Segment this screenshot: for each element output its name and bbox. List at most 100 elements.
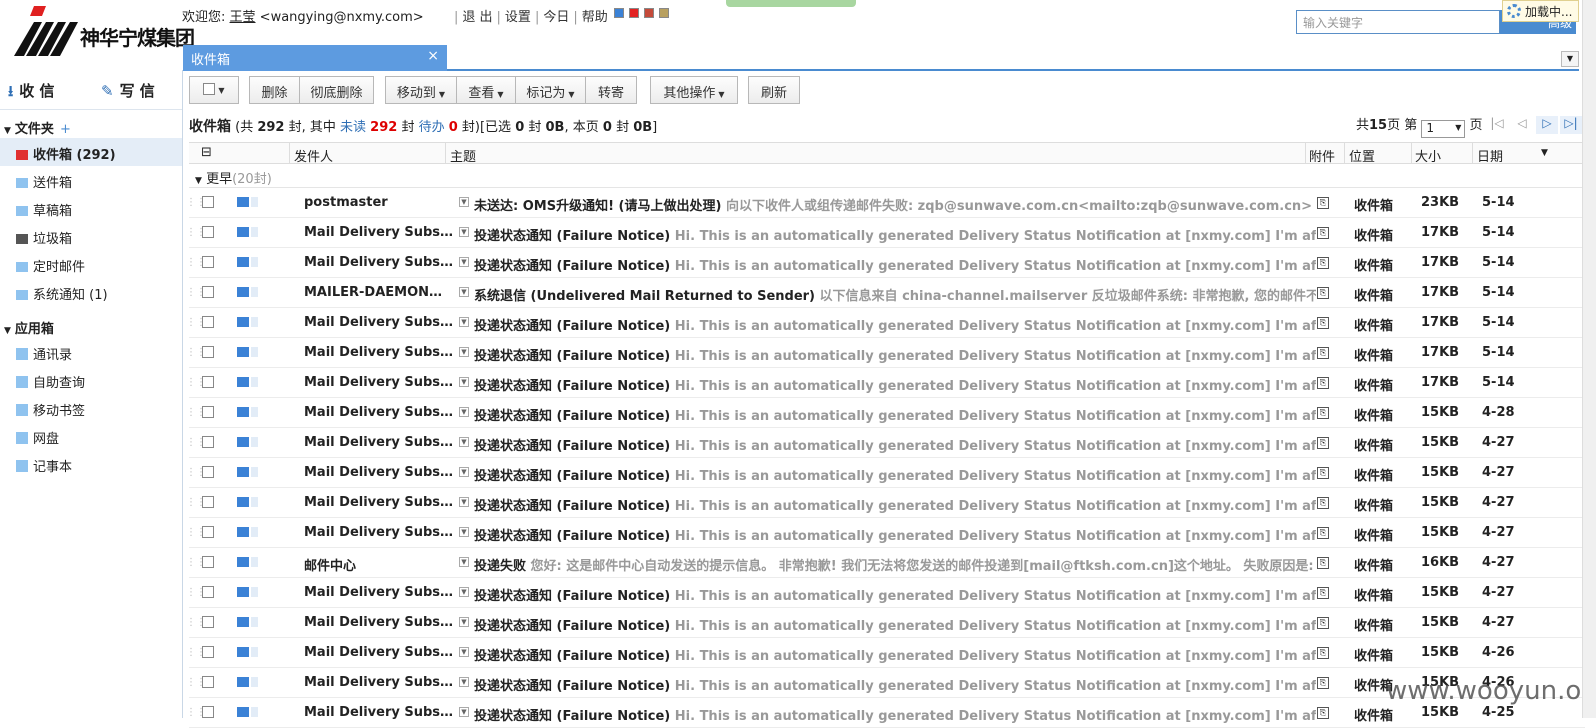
attachment-icon[interactable]: ⎘ (1317, 347, 1329, 359)
table-row[interactable]: ⋮⋮ Mail Delivery Subsy... ▼ 投递状态通知 (Failure… (186, 398, 1585, 428)
sender-name[interactable]: Mail Delivery Subsy... (304, 435, 454, 450)
unread-envelope-icon[interactable] (237, 587, 249, 597)
expand-icon[interactable]: ▼ (459, 287, 469, 297)
sidebar-folder-item[interactable]: 垃圾箱 (0, 222, 182, 250)
attachment-icon[interactable]: ⎘ (1317, 647, 1329, 659)
sender-name[interactable]: Mail Delivery Subsy... (304, 495, 454, 510)
row-checkbox[interactable] (202, 646, 214, 658)
flag-icon[interactable] (251, 557, 258, 567)
column-sender[interactable]: 发件人 (294, 146, 333, 165)
row-checkbox[interactable] (202, 466, 214, 478)
subject-cell[interactable]: 投递状态通知 (Failure Notice) Hi. This is an a… (474, 465, 1316, 484)
sidebar-app-item[interactable]: 记事本 (0, 450, 182, 478)
flag-icon[interactable] (251, 347, 258, 357)
help-link[interactable]: 帮助 (578, 10, 612, 25)
move-to-button[interactable]: 移动到 ▼ (385, 76, 457, 104)
flag-icon[interactable] (251, 647, 258, 657)
unread-filter-link[interactable]: 未读 (340, 120, 366, 135)
unread-envelope-icon[interactable] (237, 527, 249, 537)
unread-envelope-icon[interactable] (237, 467, 249, 477)
subject-cell[interactable]: 投递状态通知 (Failure Notice) Hi. This is an a… (474, 405, 1316, 424)
subject-cell[interactable]: 系统退信 (Undelivered Mail Returned to Sende… (474, 285, 1316, 304)
sender-name[interactable]: postmaster (304, 195, 454, 210)
forward-button[interactable]: 转寄 (585, 76, 637, 104)
flag-icon[interactable] (251, 587, 258, 597)
table-row[interactable]: ⋮⋮ postmaster ▼ 未送达: OMS升级通知! (请马上做出处理) 向以下… (186, 188, 1585, 218)
next-page-icon[interactable]: ▷ (1536, 116, 1558, 134)
row-checkbox[interactable] (202, 316, 214, 328)
flag-icon[interactable] (251, 437, 258, 447)
attachment-icon[interactable]: ⎘ (1317, 497, 1329, 509)
sidebar-folder-item[interactable]: 草稿箱 (0, 194, 182, 222)
sidebar-folder-item[interactable]: 系统通知 (1) (0, 278, 182, 306)
expand-icon[interactable]: ▼ (459, 647, 469, 657)
unread-envelope-icon[interactable] (237, 257, 249, 267)
table-row[interactable]: ⋮⋮ 邮件中心 ▼ 投递失败 您好: 这是邮件中心自动发送的提示信息。 非常抱歉! 我… (186, 548, 1585, 578)
table-row[interactable]: ⋮⋮ Mail Delivery Subsy... ▼ 投递状态通知 (Failure… (186, 488, 1585, 518)
flag-icon[interactable] (251, 467, 258, 477)
sender-name[interactable]: Mail Delivery Subsy... (304, 465, 454, 480)
table-row[interactable]: ⋮⋮ Mail Delivery Subsy... ▼ 投递状态通知 (Failure… (186, 338, 1585, 368)
group-earlier[interactable]: ▼ 更早(20封) (189, 164, 1585, 188)
unread-envelope-icon[interactable] (237, 707, 249, 717)
expand-icon[interactable]: ▼ (459, 557, 469, 567)
last-page-icon[interactable]: ▷| (1560, 116, 1582, 134)
flag-icon[interactable] (251, 617, 258, 627)
skin-blue-icon[interactable] (614, 8, 624, 18)
row-checkbox[interactable] (202, 226, 214, 238)
sidebar-app-item[interactable]: 自助查询 (0, 366, 182, 394)
unread-envelope-icon[interactable] (237, 677, 249, 687)
sender-name[interactable]: Mail Delivery Subsy... (304, 675, 454, 690)
scrollbar[interactable] (1582, 0, 1596, 718)
table-row[interactable]: ⋮⋮ MAILER-DAEMON@c... ▼ 系统退信 (Undelivered M… (186, 278, 1585, 308)
flag-icon[interactable] (251, 707, 258, 717)
attachment-icon[interactable]: ⎘ (1317, 257, 1329, 269)
table-row[interactable]: ⋮⋮ Mail Delivery Subsy... ▼ 投递状态通知 (Failure… (186, 698, 1585, 728)
subject-cell[interactable]: 投递状态通知 (Failure Notice) Hi. This is an a… (474, 435, 1316, 454)
subject-cell[interactable]: 投递状态通知 (Failure Notice) Hi. This is an a… (474, 615, 1316, 634)
unread-envelope-icon[interactable] (237, 197, 249, 207)
row-checkbox[interactable] (202, 346, 214, 358)
flag-icon[interactable] (251, 497, 258, 507)
mark-as-button[interactable]: 标记为 ▼ (515, 76, 586, 104)
row-checkbox[interactable] (202, 616, 214, 628)
row-checkbox[interactable] (202, 256, 214, 268)
sender-name[interactable]: Mail Delivery Subsy... (304, 645, 454, 660)
column-size[interactable]: 大小 (1415, 146, 1441, 165)
table-row[interactable]: ⋮⋮ Mail Delivery Subsy... ▼ 投递状态通知 (Failure… (186, 368, 1585, 398)
unread-envelope-icon[interactable] (237, 617, 249, 627)
column-options-icon[interactable]: ⊟ (201, 145, 212, 160)
row-checkbox[interactable] (202, 526, 214, 538)
table-row[interactable]: ⋮⋮ Mail Delivery Subsy... ▼ 投递状态通知 (Failure… (186, 308, 1585, 338)
select-all-dropdown[interactable]: ▼ (189, 76, 239, 104)
apps-section-header[interactable]: ▼ 应用箱 (0, 310, 182, 338)
settings-link[interactable]: 设置 (501, 10, 535, 25)
unread-envelope-icon[interactable] (237, 377, 249, 387)
flag-icon[interactable] (251, 287, 258, 297)
subject-cell[interactable]: 投递状态通知 (Failure Notice) Hi. This is an a… (474, 495, 1316, 514)
expand-icon[interactable]: ▼ (459, 197, 469, 207)
flag-icon[interactable] (251, 257, 258, 267)
subject-cell[interactable]: 投递状态通知 (Failure Notice) Hi. This is an a… (474, 255, 1316, 274)
subject-cell[interactable]: 投递状态通知 (Failure Notice) Hi. This is an a… (474, 315, 1316, 334)
tab-list-dropdown[interactable]: ▼ (1561, 51, 1579, 67)
sender-name[interactable]: Mail Delivery Subsy... (304, 375, 454, 390)
column-location[interactable]: 位置 (1349, 146, 1375, 165)
sender-name[interactable]: Mail Delivery Subsy... (304, 585, 454, 600)
table-row[interactable]: ⋮⋮ Mail Delivery Subsy... ▼ 投递状态通知 (Failure… (186, 248, 1585, 278)
expand-icon[interactable]: ▼ (459, 437, 469, 447)
attachment-icon[interactable]: ⎘ (1317, 197, 1329, 209)
row-checkbox[interactable] (202, 406, 214, 418)
logout-link[interactable]: 退 出 (458, 10, 496, 25)
unread-envelope-icon[interactable] (237, 497, 249, 507)
flag-icon[interactable] (251, 197, 258, 207)
expand-icon[interactable]: ▼ (459, 527, 469, 537)
other-actions-button[interactable]: 其他操作 ▼ (650, 76, 738, 104)
subject-cell[interactable]: 投递状态通知 (Failure Notice) Hi. This is an a… (474, 225, 1316, 244)
subject-cell[interactable]: 投递状态通知 (Failure Notice) Hi. This is an a… (474, 675, 1316, 694)
row-checkbox[interactable] (202, 436, 214, 448)
unread-envelope-icon[interactable] (237, 407, 249, 417)
expand-icon[interactable]: ▼ (459, 467, 469, 477)
table-row[interactable]: ⋮⋮ Mail Delivery Subsy... ▼ 投递状态通知 (Failure… (186, 608, 1585, 638)
attachment-icon[interactable]: ⎘ (1317, 587, 1329, 599)
